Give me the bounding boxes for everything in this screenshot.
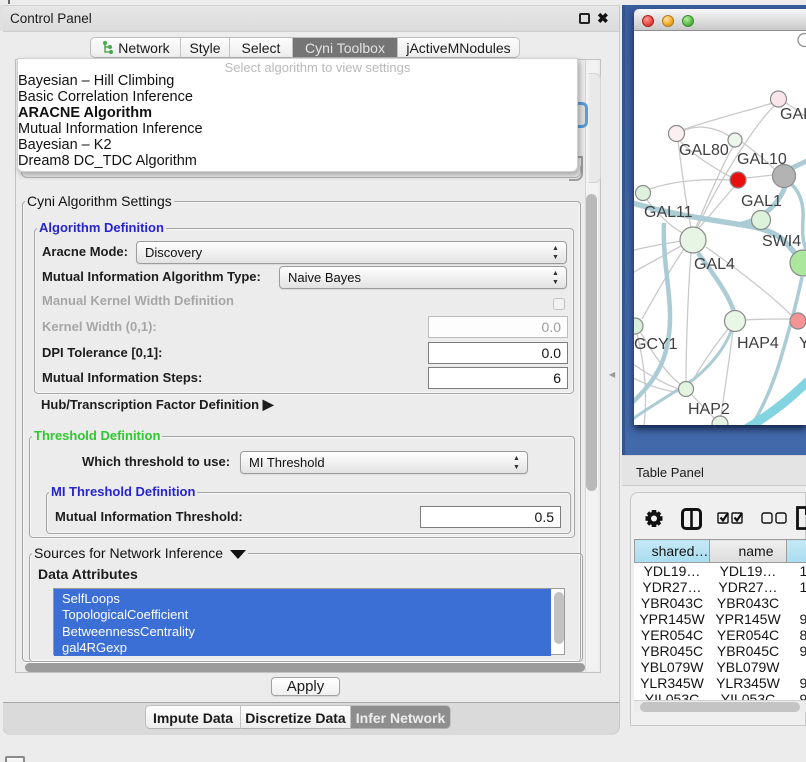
svg-text:SWI4: SWI4 [762, 233, 801, 250]
svg-text:GAL11: GAL11 [644, 204, 693, 221]
svg-text:GAL4: GAL4 [694, 256, 735, 273]
svg-text:Y: Y [799, 335, 806, 352]
svg-text:GAL1: GAL1 [741, 193, 782, 210]
svg-text:GAL10: GAL10 [737, 151, 787, 168]
svg-text:HAP4: HAP4 [737, 335, 779, 352]
svg-text:HAP2: HAP2 [688, 401, 730, 418]
svg-text:GCY1: GCY1 [634, 336, 678, 353]
svg-text:GAL80: GAL80 [679, 142, 729, 159]
svg-text:GAL: GAL [780, 106, 806, 123]
